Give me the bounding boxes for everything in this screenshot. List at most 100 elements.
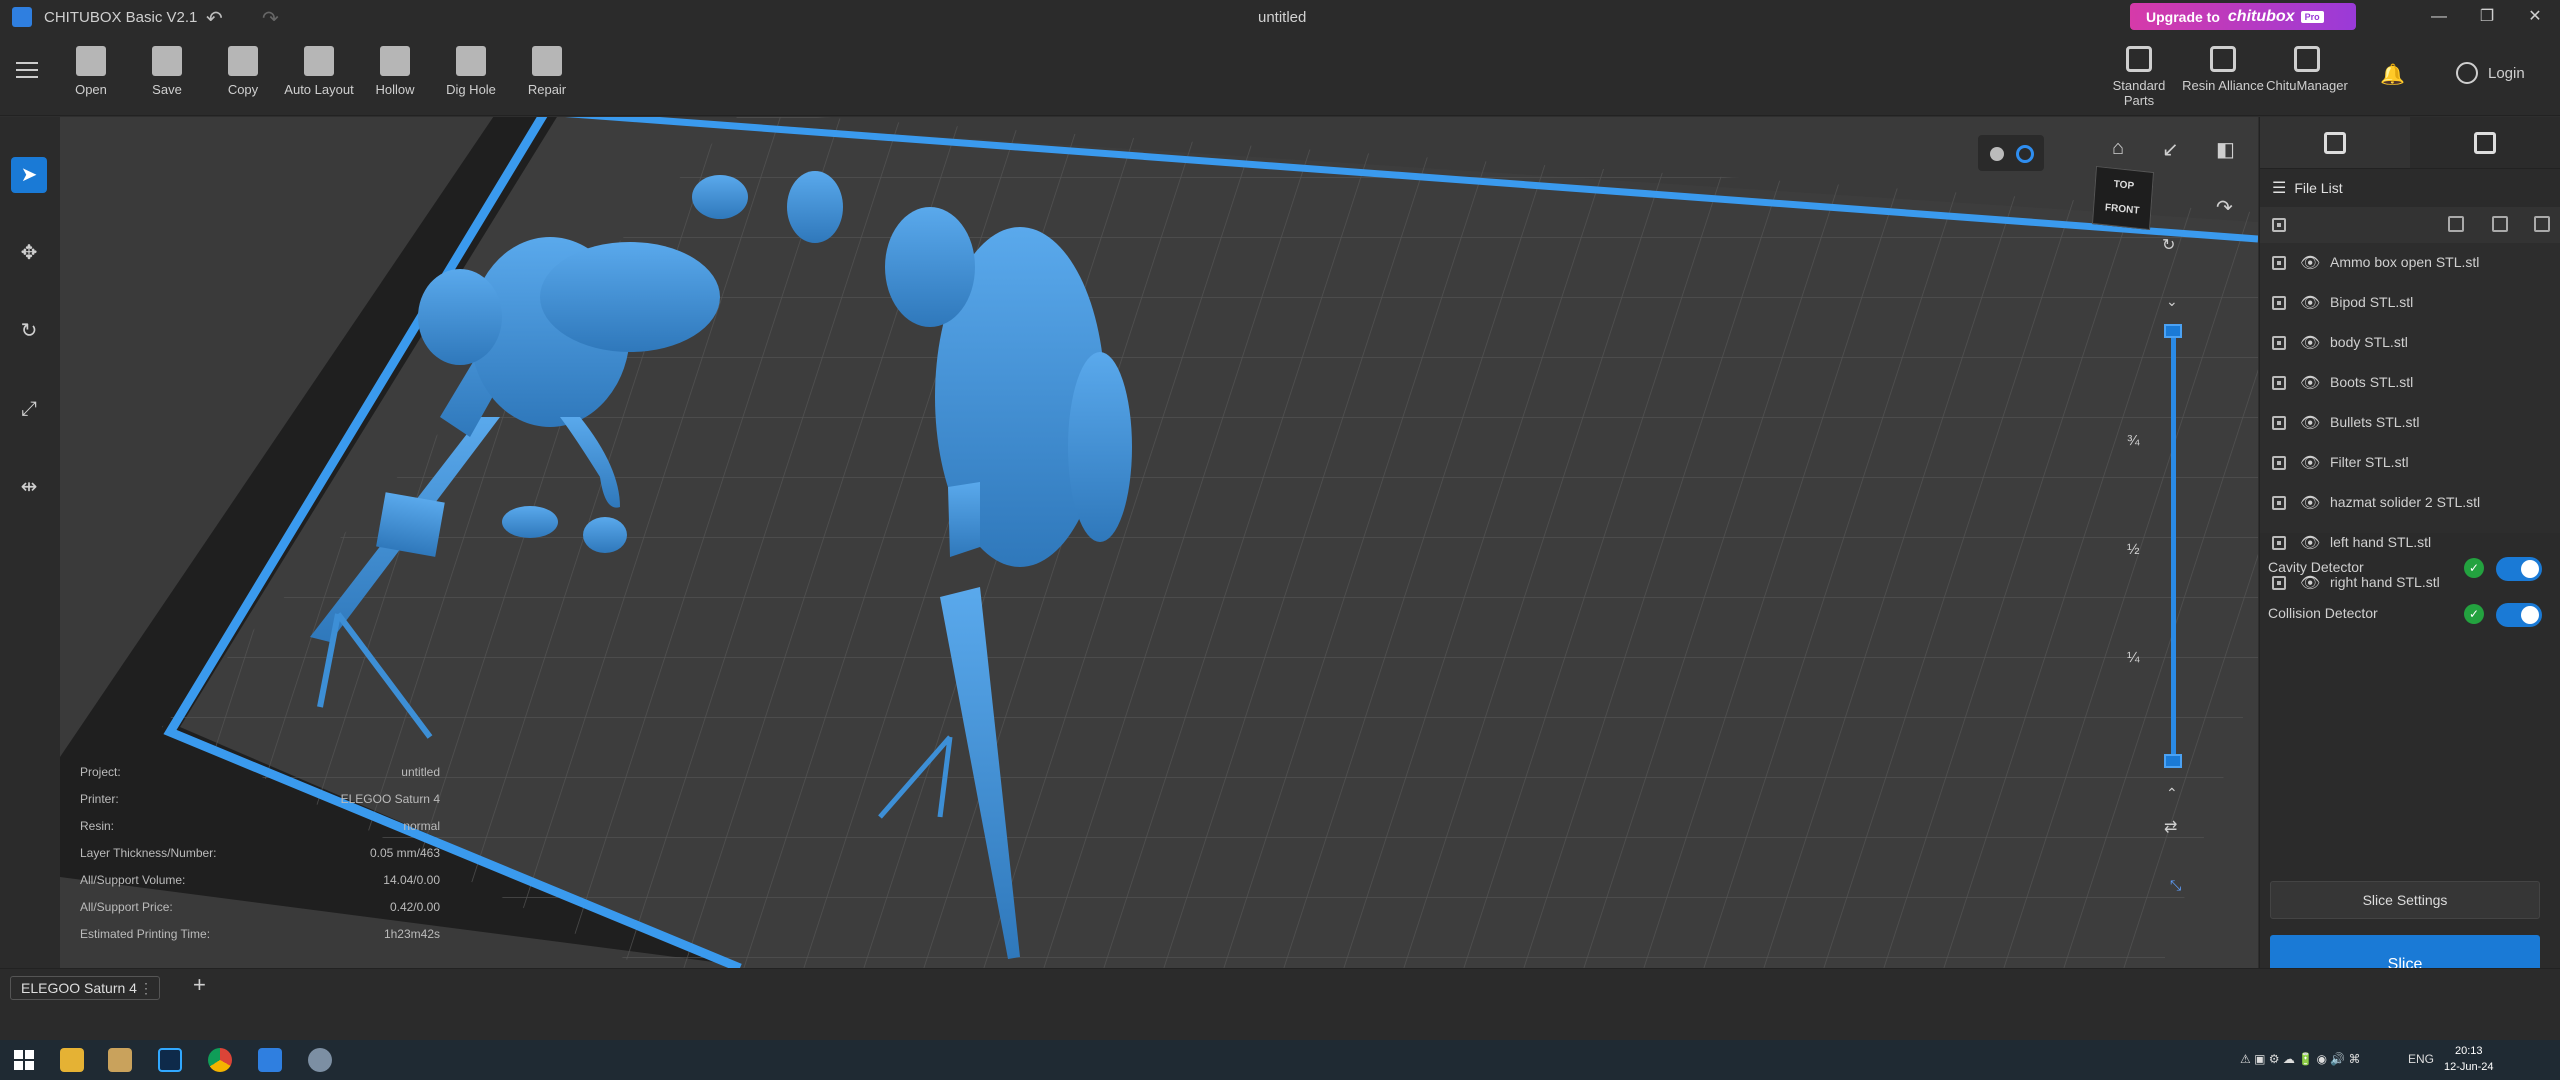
select-tool-icon[interactable]: ➤ (11, 157, 47, 193)
standard-parts-icon (2126, 46, 2152, 72)
chitubox-taskbar-icon[interactable] (258, 1048, 282, 1072)
file-checkbox[interactable] (2272, 296, 2286, 310)
language-indicator[interactable]: ENG (2408, 1052, 2434, 1066)
select-all-checkbox[interactable] (2272, 218, 2286, 232)
copy-button[interactable]: Copy (208, 46, 278, 97)
eye-icon[interactable]: 👁 (2300, 293, 2320, 313)
file-explorer-icon[interactable] (60, 1048, 84, 1072)
move-tool-icon[interactable]: ✥ (11, 235, 47, 271)
file-checkbox[interactable] (2272, 456, 2286, 470)
info-label: Estimated Printing Time: (80, 927, 211, 941)
rotate-cw-view-icon[interactable]: ↷ (2216, 195, 2233, 220)
layer-up-chevron-icon[interactable]: ⌄ (2166, 293, 2178, 310)
repair-button[interactable]: Repair (512, 46, 582, 97)
cube-front-label: FRONT (2104, 202, 2140, 217)
layer-slider-top-handle[interactable] (2164, 324, 2182, 338)
login-button[interactable]: Login (2456, 62, 2525, 84)
eye-icon[interactable]: 👁 (2300, 493, 2320, 513)
printer-tab[interactable]: ELEGOO Saturn 4 ⋮ (10, 976, 160, 1000)
dig-hole-button[interactable]: Dig Hole (436, 46, 506, 97)
solid-view-icon[interactable] (1990, 147, 2004, 161)
file-item[interactable]: 👁 Bipod STL.stl (2260, 283, 2560, 323)
eye-icon[interactable]: 👁 (2300, 253, 2320, 273)
hamburger-menu-icon[interactable] (16, 62, 38, 80)
chitumanager-button[interactable]: ChituManager (2264, 46, 2350, 93)
rotate-tool-icon[interactable]: ↻ (11, 313, 47, 349)
info-label: All/Support Volume: (80, 873, 186, 887)
photoshop-icon[interactable] (158, 1048, 182, 1072)
file-item[interactable]: 👁 Ammo box open STL.stl (2260, 243, 2560, 283)
delete-icon[interactable] (2534, 216, 2550, 232)
rotate-left-view-icon[interactable]: ↙ (2162, 137, 2179, 162)
layer-down-chevron-icon[interactable]: ⌃ (2166, 785, 2178, 802)
media-app-icon[interactable] (108, 1048, 132, 1072)
mirror-tool-icon[interactable]: ⇹ (11, 469, 47, 505)
add-file-icon[interactable] (2448, 216, 2464, 232)
system-tray-icons[interactable]: ⚠ ▣ ⚙ ☁ 🔋 ◉ 🔊 ⌘ (2240, 1052, 2361, 1066)
upgrade-button[interactable]: Upgrade to chitubox Pro (2130, 3, 2356, 30)
collision-detector-toggle[interactable] (2496, 603, 2542, 627)
layer-slider-track[interactable] (2171, 329, 2176, 766)
file-checkbox[interactable] (2272, 496, 2286, 510)
collision-detector-label: Collision Detector (2268, 605, 2378, 621)
save-button[interactable]: Save (132, 46, 202, 97)
file-checkbox[interactable] (2272, 376, 2286, 390)
chrome-icon[interactable] (208, 1048, 232, 1072)
eye-icon[interactable]: 👁 (2300, 373, 2320, 393)
eye-icon[interactable]: 👁 (2300, 333, 2320, 353)
info-row: Printer: ELEGOO Saturn 4 (80, 792, 440, 819)
app-taskbar-icon[interactable] (308, 1048, 332, 1072)
user-avatar-icon (2456, 62, 2478, 84)
auto-layout-button[interactable]: Auto Layout (284, 46, 354, 97)
home-view-icon[interactable]: ⌂ (2112, 137, 2124, 160)
resin-alliance-label: Resin Alliance (2182, 78, 2264, 93)
more-options-icon[interactable]: ⋮ (139, 977, 153, 999)
perspective-view-icon[interactable]: ◧ (2216, 137, 2235, 162)
info-value: 0.42/0.00 (389, 900, 440, 914)
hollow-button[interactable]: Hollow (360, 46, 430, 97)
rotate-down-view-icon[interactable]: ↻ (2162, 235, 2175, 255)
3d-viewport[interactable]: ⌂ ↙ ◧ ↶ ↷ ↻ TOP FRONT ⌄ ¾ ½ ¼ ⌃ ⇄ ⤡ Proj… (60, 117, 2258, 968)
undo-icon[interactable]: ↶ (206, 6, 223, 31)
notification-bell-icon[interactable]: 🔔 (2380, 62, 2405, 87)
close-button[interactable]: ✕ (2520, 4, 2550, 30)
taskbar-clock[interactable]: 20:13 12-Jun-24 (2444, 1043, 2494, 1075)
boots-model (692, 175, 748, 219)
file-item[interactable]: 👁 hazmat solider 2 STL.stl (2260, 483, 2560, 523)
xray-view-icon[interactable] (2016, 145, 2034, 163)
info-value: ELEGOO Saturn 4 (340, 792, 440, 806)
scale-tool-icon[interactable]: ⤢ (11, 391, 47, 427)
pro-badge: Pro (2300, 10, 2324, 23)
eye-icon[interactable]: 👁 (2300, 413, 2320, 433)
file-checkbox[interactable] (2272, 256, 2286, 270)
swap-layer-icon[interactable]: ⇄ (2164, 817, 2177, 837)
view-cube[interactable]: TOP FRONT (2091, 165, 2155, 231)
add-printer-button[interactable]: + (193, 972, 206, 998)
resin-alliance-button[interactable]: Resin Alliance (2180, 46, 2266, 93)
slice-settings-button[interactable]: Slice Settings (2270, 881, 2540, 919)
cavity-detector-toggle[interactable] (2496, 557, 2542, 581)
right-panel-tabs (2260, 117, 2560, 169)
view-mode-toggle[interactable] (1978, 135, 2044, 171)
group-icon[interactable] (2492, 216, 2508, 232)
minimize-button[interactable]: — (2424, 4, 2454, 30)
file-checkbox[interactable] (2272, 416, 2286, 430)
file-item[interactable]: 👁 Filter STL.stl (2260, 443, 2560, 483)
file-list: 👁 Ammo box open STL.stl 👁 Bipod STL.stl 👁 b… (2260, 243, 2560, 592)
file-item[interactable]: 👁 Bullets STL.stl (2260, 403, 2560, 443)
file-checkbox[interactable] (2272, 336, 2286, 350)
tab-printer[interactable] (2410, 117, 2560, 168)
tab-file-list[interactable] (2260, 117, 2410, 168)
layer-slider-bottom-handle[interactable] (2164, 754, 2182, 768)
eye-icon[interactable]: 👁 (2300, 453, 2320, 473)
windows-start-icon[interactable] (14, 1050, 34, 1070)
maximize-button[interactable]: ❐ (2472, 4, 2502, 30)
file-item[interactable]: 👁 body STL.stl (2260, 323, 2560, 363)
file-name: Bullets STL.stl (2330, 414, 2420, 430)
standard-parts-button[interactable]: Standard Parts (2096, 46, 2182, 108)
redo-icon[interactable]: ↷ (262, 6, 279, 31)
save-label: Save (152, 82, 182, 97)
file-item[interactable]: 👁 Boots STL.stl (2260, 363, 2560, 403)
copy-icon (228, 46, 258, 76)
open-button[interactable]: Open (56, 46, 126, 97)
